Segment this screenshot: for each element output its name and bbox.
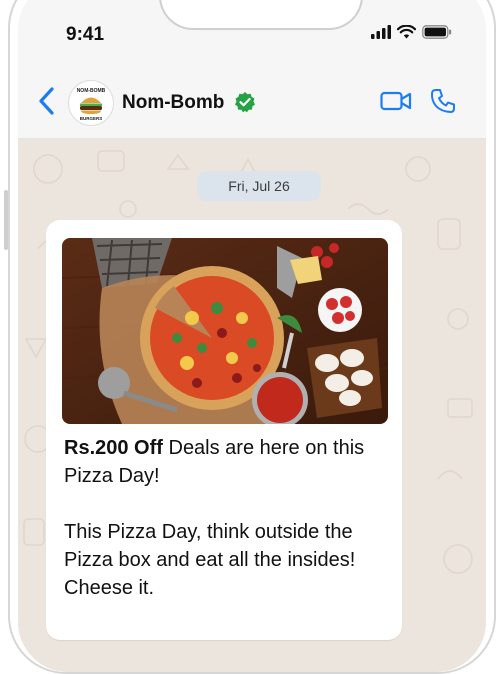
battery-icon	[422, 25, 452, 39]
message-headline: Rs.200 Off Deals are here on this Pizza …	[64, 434, 384, 490]
date-separator: Fri, Jul 26	[197, 171, 321, 201]
phone-screen: 9:41 NOM-BOMB BURGERS Nom-Bomb Fri, Jul …	[18, 0, 486, 672]
phone-frame: 9:41 NOM-BOMB BURGERS Nom-Bomb Fri, Jul …	[8, 0, 496, 674]
contact-name[interactable]: Nom-Bomb	[122, 92, 224, 114]
wifi-icon	[397, 25, 416, 39]
avatar-brand-top: NOM-BOMB	[77, 88, 106, 94]
chat-area: Fri, Jul 26 Rs.200 Off Deals are here on…	[18, 139, 486, 672]
burger-logo-icon: NOM-BOMB BURGERS	[77, 88, 106, 121]
phone-call-icon[interactable]	[430, 88, 456, 114]
message-text: Rs.200 Off Deals are here on this Pizza …	[64, 434, 384, 630]
message-body: This Pizza Day, think outside the Pizza …	[64, 521, 356, 599]
message-image[interactable]	[62, 238, 388, 424]
signal-icon	[371, 25, 391, 39]
message-bubble: Rs.200 Off Deals are here on this Pizza …	[46, 220, 402, 640]
avatar[interactable]: NOM-BOMB BURGERS	[68, 80, 114, 126]
status-icons	[371, 25, 452, 39]
avatar-brand-bottom: BURGERS	[80, 116, 103, 121]
verified-badge-icon	[235, 92, 255, 113]
chat-header: NOM-BOMB BURGERS Nom-Bomb	[18, 66, 486, 139]
phone-notch	[159, 0, 363, 30]
back-chevron-icon[interactable]	[36, 86, 58, 116]
status-time: 9:41	[66, 24, 105, 45]
pizza-photo-illustration	[62, 238, 388, 424]
message-highlight: Rs.200 Off	[64, 437, 163, 459]
video-call-icon[interactable]	[380, 89, 412, 113]
